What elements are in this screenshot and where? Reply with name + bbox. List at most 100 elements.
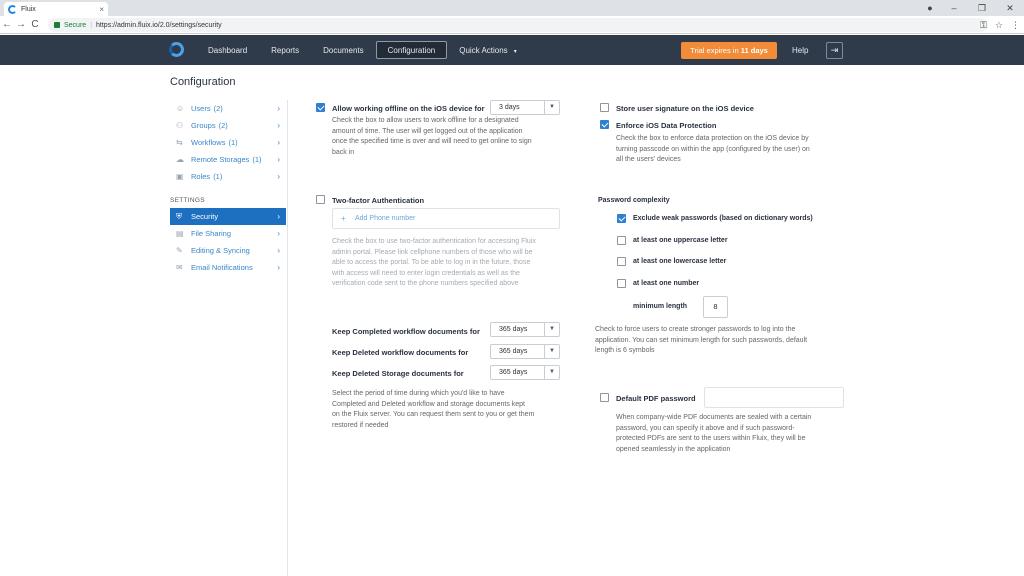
nav-configuration[interactable]: Configuration <box>375 41 448 59</box>
secure-label: Secure <box>64 21 87 29</box>
sidebar-item-file-sharing[interactable]: ▤ File Sharing › <box>170 225 286 242</box>
lock-icon <box>54 22 60 28</box>
offline-checkbox[interactable] <box>316 103 325 112</box>
offline-duration-select[interactable]: 3 days ▼ <box>490 100 560 115</box>
logout-icon[interactable]: ⇥ <box>826 42 843 59</box>
number-label: at least one number <box>633 280 700 287</box>
help-link[interactable]: Help <box>792 42 808 59</box>
desc-line: once the specified time is over and will… <box>332 138 532 145</box>
window-controls: ● – ❐ ✕ <box>920 0 1024 16</box>
chevron-right-icon: › <box>277 229 280 238</box>
chevron-right-icon: › <box>277 246 280 255</box>
desc-line: protected PDFs are sent to the users wit… <box>616 435 806 442</box>
keep-completed-select[interactable]: 365 days ▼ <box>490 322 560 337</box>
sidebar-item-workflows[interactable]: ⇆ Workflows (1) › <box>170 134 286 151</box>
desc-line: password, you can specify it above and i… <box>616 424 795 432</box>
sidebar-item-email-notifications[interactable]: ✉ Email Notifications › <box>170 259 286 276</box>
url-separator: | <box>90 21 93 29</box>
sidebar-item-label: File Sharing <box>191 229 232 238</box>
offline-label: Allow working offline on the iOS device … <box>332 104 485 113</box>
chevron-right-icon: › <box>277 155 280 164</box>
plus-icon: + <box>341 214 346 223</box>
maximize-icon[interactable]: ❐ <box>968 3 996 14</box>
user-icon: ☺ <box>176 104 185 113</box>
fluix-logo-icon[interactable] <box>169 42 184 57</box>
browser-tab[interactable]: Fluix × <box>4 2 108 16</box>
desc-line: Check the box to enforce data protection… <box>616 135 809 142</box>
pdf-password-description: When company-wide PDF documents are seal… <box>616 413 811 455</box>
sidebar-item-groups[interactable]: ⚇ Groups (2) › <box>170 117 286 134</box>
uppercase-label: at least one uppercase letter <box>633 237 728 244</box>
add-phone-label: Add Phone number <box>355 215 416 222</box>
sidebar-item-users[interactable]: ☺ Users (2) › <box>170 100 286 117</box>
url-text[interactable]: https://admin.fluix.io/2.0/settings/secu… <box>96 22 222 29</box>
nav-quick-actions[interactable]: Quick Actions ▾ <box>447 41 528 59</box>
exclude-weak-label: Exclude weak passwords (based on diction… <box>633 215 813 222</box>
desc-line: Check to force users to create stronger … <box>595 326 796 333</box>
exclude-weak-checkbox[interactable] <box>617 214 626 223</box>
address-bar: ← → C Secure | https://admin.fluix.io/2.… <box>0 16 1024 34</box>
desc-line: turning passcode on within the app (conf… <box>616 145 810 153</box>
trial-badge[interactable]: Trial expires in 11 days <box>681 42 777 59</box>
add-phone-button[interactable]: + Add Phone number <box>332 208 560 229</box>
key-icon[interactable]: ⚿ <box>980 20 987 31</box>
minimum-length-input[interactable]: 8 <box>703 296 728 318</box>
sidebar-item-label: Roles <box>191 172 211 181</box>
browser-menu-icon[interactable]: ⋮ <box>1011 20 1020 31</box>
uppercase-checkbox[interactable] <box>617 236 626 245</box>
sidebar-item-editing-syncing[interactable]: ✎ Editing & Syncing › <box>170 242 286 259</box>
desc-line: on the Fluix server. You can request the… <box>332 411 535 418</box>
default-pdf-password-input[interactable] <box>704 387 844 408</box>
sidebar-item-label: Security <box>191 212 219 221</box>
app-header: Dashboard Reports Documents Configuratio… <box>0 35 1024 65</box>
nav-documents[interactable]: Documents <box>311 41 375 59</box>
nav-reports[interactable]: Reports <box>259 41 311 59</box>
default-pdf-password-checkbox[interactable] <box>600 393 609 402</box>
desc-line: restored if needed <box>332 421 389 429</box>
password-complexity-heading: Password complexity <box>598 197 670 204</box>
store-signature-label: Store user signature on the iOS device <box>616 104 754 113</box>
chevron-down-icon: ▼ <box>544 366 559 379</box>
sidebar-item-security[interactable]: ⛨ Security › <box>170 208 286 225</box>
settings-section-heading: SETTINGS <box>170 197 205 204</box>
sidebar-item-remote-storages[interactable]: ☁ Remote Storages (1) › <box>170 151 286 168</box>
nav-dashboard[interactable]: Dashboard <box>196 41 259 59</box>
window-close-icon[interactable]: ✕ <box>996 3 1024 14</box>
url-field[interactable]: Secure | https://admin.fluix.io/2.0/sett… <box>48 18 988 32</box>
file-sharing-icon: ▤ <box>176 229 184 238</box>
main-nav: Dashboard Reports Documents Configuratio… <box>196 35 529 65</box>
profile-icon[interactable]: ● <box>920 3 940 13</box>
keep-deleted-select[interactable]: 365 days ▼ <box>490 344 560 359</box>
address-bar-actions: ⚿ ☆ ⋮ <box>980 18 1020 32</box>
store-signature-checkbox[interactable] <box>600 103 609 112</box>
sidebar-item-roles[interactable]: ▣ Roles (1) › <box>170 168 286 185</box>
data-protection-checkbox[interactable] <box>600 120 609 129</box>
desc-line: Check the box to allow users to work off… <box>332 117 519 124</box>
offline-description: Check the box to allow users to work off… <box>332 116 532 158</box>
lowercase-checkbox[interactable] <box>617 257 626 266</box>
number-checkbox[interactable] <box>617 279 626 288</box>
back-icon[interactable]: ← <box>0 19 14 30</box>
workflow-icon: ⇆ <box>176 138 183 147</box>
tab-title: Fluix <box>21 5 36 13</box>
retention-description: Select the period of time during which y… <box>332 389 534 431</box>
desc-line: amount of time. The user will get logged… <box>332 127 523 135</box>
reload-icon[interactable]: C <box>28 19 42 30</box>
forward-icon[interactable]: → <box>14 19 28 30</box>
bookmark-star-icon[interactable]: ☆ <box>995 20 1003 31</box>
chevron-right-icon: › <box>277 263 280 272</box>
minimize-icon[interactable]: – <box>940 3 968 13</box>
shield-icon: ⛨ <box>176 211 182 221</box>
sidebar-item-label: Workflows <box>191 138 226 147</box>
two-factor-checkbox[interactable] <box>316 195 325 204</box>
chevron-down-icon: ▼ <box>544 345 559 358</box>
desc-line: all the users' devices <box>616 156 681 163</box>
keep-storage-select[interactable]: 365 days ▼ <box>490 365 560 380</box>
page-title: Configuration <box>170 76 236 88</box>
two-factor-label: Two-factor Authentication <box>332 196 425 205</box>
envelope-icon: ✉ <box>176 263 183 272</box>
chevron-right-icon: › <box>277 212 280 221</box>
default-pdf-password-label: Default PDF password <box>616 394 696 403</box>
chevron-right-icon: › <box>277 138 280 147</box>
tab-close-icon[interactable]: × <box>99 5 104 14</box>
